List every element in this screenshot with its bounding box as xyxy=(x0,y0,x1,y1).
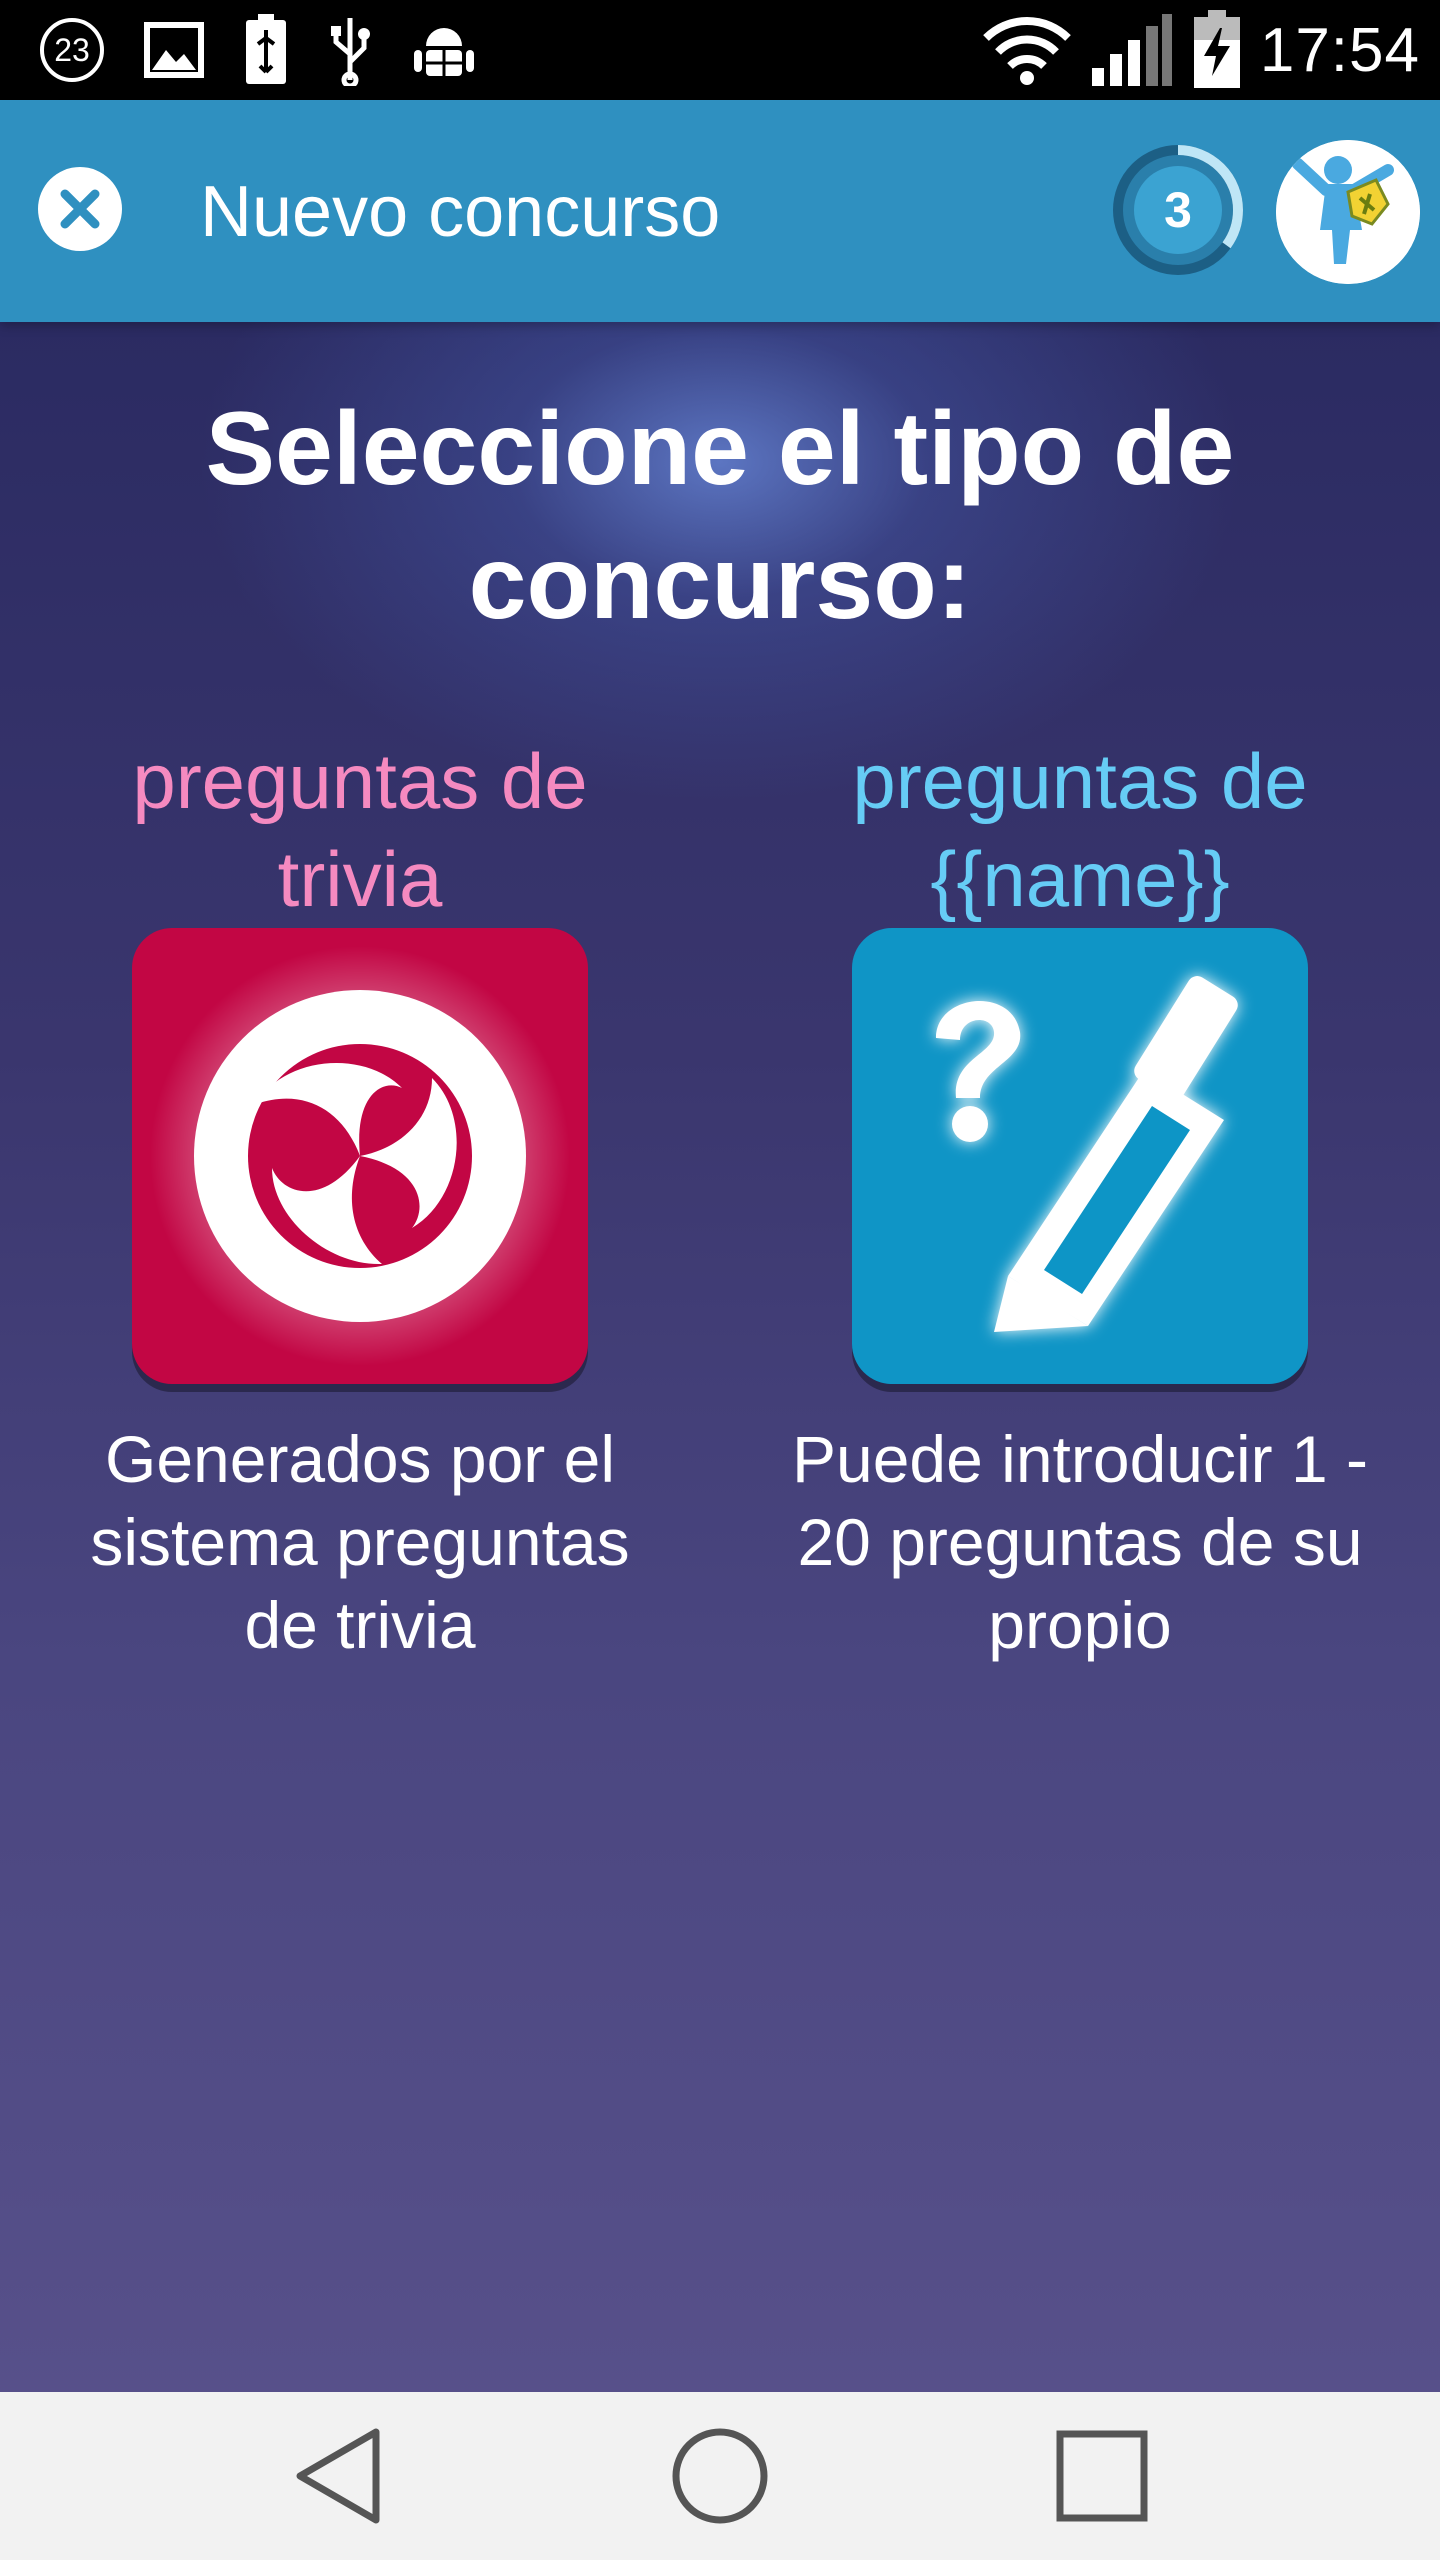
close-button[interactable] xyxy=(38,167,122,251)
headline-line-1: Seleccione el tipo de xyxy=(205,391,1235,507)
level-indicator[interactable]: 3 xyxy=(1110,142,1246,278)
status-bar: 23 17:54 xyxy=(0,0,1440,100)
home-circle-icon[interactable] xyxy=(668,2424,772,2528)
image-icon xyxy=(144,22,204,78)
notification-count-badge: 23 xyxy=(40,18,104,82)
option-trivia[interactable]: preguntas de trivia Generados por el sis… xyxy=(0,732,720,1667)
custom-questions-tile-button[interactable] xyxy=(852,928,1308,1384)
page-headline: Seleccione el tipo de concurso: xyxy=(0,382,1440,650)
option-custom-label: preguntas de {{name}} xyxy=(720,732,1440,928)
status-time: 17:54 xyxy=(1259,15,1420,85)
option-custom-desc-line-2: 20 preguntas de su xyxy=(797,1505,1363,1579)
close-icon xyxy=(60,189,100,229)
usb-icon xyxy=(331,18,370,86)
page-title: Nuevo concurso xyxy=(200,172,721,252)
option-trivia-desc-line-1: Generados por el xyxy=(105,1422,615,1496)
main-content: Seleccione el tipo de concurso: pregunta… xyxy=(0,322,1440,2392)
trivia-tile-button[interactable] xyxy=(132,928,588,1384)
status-left-icons: 23 xyxy=(40,14,476,86)
wifi-icon xyxy=(983,17,1071,85)
option-trivia-label: preguntas de trivia xyxy=(0,732,720,928)
battery-charging-icon xyxy=(1193,10,1240,88)
option-custom-desc-line-1: Puede introducir 1 - xyxy=(792,1422,1368,1496)
option-trivia-label-line-1: preguntas de xyxy=(132,737,588,825)
option-trivia-desc-line-2: sistema preguntas xyxy=(90,1505,630,1579)
option-custom-label-line-2: {{name}} xyxy=(930,835,1230,923)
app-bar: Nuevo concurso 3 xyxy=(0,100,1440,322)
avatar[interactable] xyxy=(1276,140,1420,284)
option-trivia-desc-line-3: de trivia xyxy=(244,1588,476,1662)
option-trivia-description: Generados por el sistema preguntas de tr… xyxy=(0,1418,720,1667)
status-right-icons: 17:54 xyxy=(982,0,1420,100)
option-custom-label-line-1: preguntas de xyxy=(852,737,1308,825)
recents-square-icon[interactable] xyxy=(1050,2424,1154,2528)
option-custom-description: Puede introducir 1 - 20 preguntas de su … xyxy=(720,1418,1440,1667)
headline-line-2: concurso: xyxy=(468,525,972,641)
back-triangle-icon[interactable] xyxy=(290,2424,394,2528)
question-pencil-icon xyxy=(936,976,1238,1332)
android-debug-icon xyxy=(414,28,474,76)
usb-battery-icon xyxy=(246,14,286,84)
navigation-bar xyxy=(0,2392,1440,2560)
signal-icon xyxy=(1091,14,1172,86)
user-avatar-figure-icon xyxy=(1276,140,1420,284)
option-trivia-label-line-2: trivia xyxy=(277,835,443,923)
option-custom[interactable]: preguntas de {{name}} Puede introducir 1… xyxy=(720,732,1440,1667)
option-custom-desc-line-3: propio xyxy=(988,1588,1172,1662)
trivia-swirl-icon xyxy=(150,946,570,1366)
level-number: 3 xyxy=(1164,182,1192,238)
